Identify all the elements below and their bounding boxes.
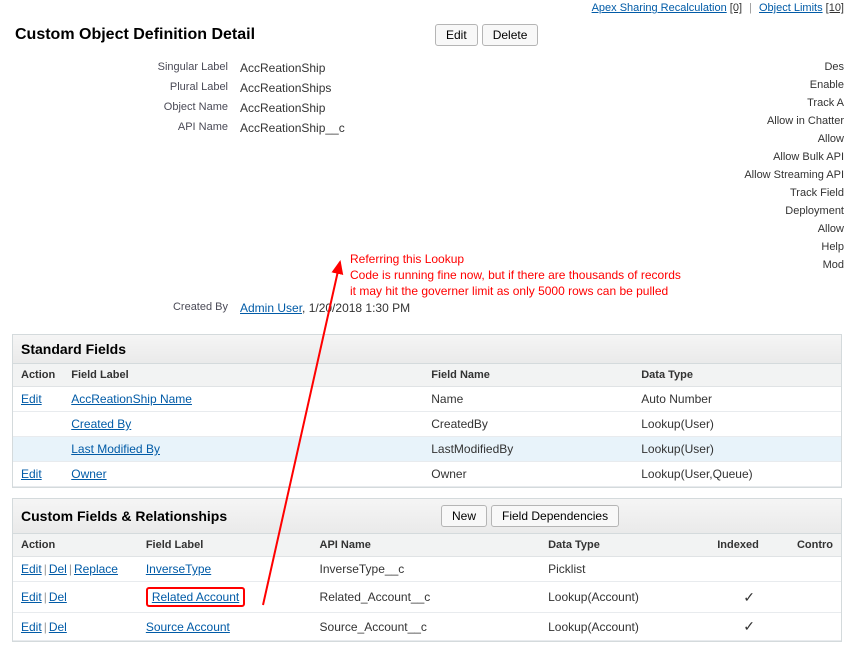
page-title: Custom Object Definition Detail [15, 26, 435, 44]
created-by-date: , 1/20/2018 1:30 PM [302, 301, 410, 315]
col-data-type: Data Type [633, 364, 841, 387]
right-label: Enable [744, 76, 854, 94]
field-name: Owner [423, 462, 633, 487]
right-label: Allow Bulk API [744, 148, 854, 166]
data-type: Lookup(Account) [540, 613, 709, 641]
data-type: Lookup(Account) [540, 582, 709, 613]
replace-link[interactable]: Replace [74, 562, 118, 576]
edit-link[interactable]: Edit [21, 562, 42, 576]
table-row: Edit|DelSource AccountSource_Account__cL… [13, 613, 841, 641]
table-row: Edit AccReationShip Name NameAuto Number [13, 387, 841, 412]
col-controlling: Contro [789, 534, 841, 557]
created-by-lbl: Created By [0, 301, 240, 315]
del-link[interactable]: Del [49, 590, 67, 604]
field-name: Name [423, 387, 633, 412]
page-top-links: Apex Sharing Recalculation [0] | Object … [0, 0, 854, 16]
apex-recalc-count: [0] [730, 2, 742, 14]
field-label-link[interactable]: Owner [71, 467, 106, 481]
edit-link[interactable]: Edit [21, 620, 42, 634]
api-name-lbl: API Name [0, 121, 240, 135]
custom-fields-panel: Custom Fields & Relationships New Field … [12, 498, 842, 642]
col-field-label: Field Label [138, 534, 312, 557]
object-limits-count: [10] [826, 2, 844, 14]
standard-fields-table: Action Field Label Field Name Data Type … [13, 364, 841, 487]
col-data-type: Data Type [540, 534, 709, 557]
field-label-link[interactable]: Related Account [152, 590, 239, 604]
table-row: Last Modified By LastModifiedByLookup(Use… [13, 437, 841, 462]
del-link[interactable]: Del [49, 562, 67, 576]
col-field-name: Field Name [423, 364, 633, 387]
new-field-button[interactable]: New [441, 505, 487, 527]
annotation-text: Referring this Lookup Code is running fi… [350, 251, 830, 300]
table-row: Edit|DelRelated AccountRelated_Account__… [13, 582, 841, 613]
data-type: Lookup(User) [633, 412, 841, 437]
field-label-link[interactable]: InverseType [146, 562, 211, 576]
field-label-link[interactable]: AccReationShip Name [71, 392, 192, 406]
right-label: Des [744, 58, 854, 76]
table-row: Edit|Del|ReplaceInverseTypeInverseType__… [13, 557, 841, 582]
indexed-cell: ✓ [709, 582, 789, 613]
right-label: Allow Streaming API [744, 166, 854, 184]
field-label-link[interactable]: Last Modified By [71, 442, 160, 456]
right-label: Deployment [744, 202, 854, 220]
field-label-link[interactable]: Created By [71, 417, 131, 431]
data-type: Lookup(User,Queue) [633, 462, 841, 487]
separator: | [749, 2, 752, 14]
col-api-name: API Name [312, 534, 541, 557]
object-limits-link[interactable]: Object Limits [759, 2, 823, 14]
table-row: Created By CreatedByLookup(User) [13, 412, 841, 437]
right-label: Track A [744, 94, 854, 112]
col-action: Action [13, 534, 138, 557]
apex-recalc-link[interactable]: Apex Sharing Recalculation [592, 2, 727, 14]
edit-link[interactable]: Edit [21, 590, 42, 604]
del-link[interactable]: Del [49, 620, 67, 634]
custom-fields-title: Custom Fields & Relationships [21, 508, 441, 524]
right-label: Allow [744, 220, 854, 238]
col-action: Action [13, 364, 63, 387]
api-name: Source_Account__c [312, 613, 541, 641]
data-type: Lookup(User) [633, 437, 841, 462]
plural-label-lbl: Plural Label [0, 81, 240, 95]
detail-header: Custom Object Definition Detail Edit Del… [0, 16, 854, 58]
created-by-user-link[interactable]: Admin User [240, 301, 302, 315]
detail-area: Singular Label AccReationShip Plural Lab… [0, 58, 854, 328]
indexed-cell [709, 557, 789, 582]
object-name-lbl: Object Name [0, 101, 240, 115]
api-name: InverseType__c [312, 557, 541, 582]
edit-link[interactable]: Edit [21, 467, 42, 481]
edit-button[interactable]: Edit [435, 24, 478, 46]
right-label: Allow in Chatter [744, 112, 854, 130]
col-field-label: Field Label [63, 364, 423, 387]
edit-link[interactable]: Edit [21, 392, 42, 406]
field-dependencies-button[interactable]: Field Dependencies [491, 505, 619, 527]
right-column: Des Enable Track A Allow in Chatter Allo… [744, 58, 854, 274]
field-label-link[interactable]: Source Account [146, 620, 230, 634]
indexed-cell: ✓ [709, 613, 789, 641]
singular-label-lbl: Singular Label [0, 61, 240, 75]
api-name: Related_Account__c [312, 582, 541, 613]
field-name: CreatedBy [423, 412, 633, 437]
col-indexed: Indexed [709, 534, 789, 557]
standard-fields-title: Standard Fields [21, 341, 441, 357]
custom-fields-table: Action Field Label API Name Data Type In… [13, 534, 841, 641]
right-label: Track Field [744, 184, 854, 202]
table-row: EditOwnerOwnerLookup(User,Queue) [13, 462, 841, 487]
field-name: LastModifiedBy [423, 437, 633, 462]
data-type: Picklist [540, 557, 709, 582]
delete-button[interactable]: Delete [482, 24, 539, 46]
data-type: Auto Number [633, 387, 841, 412]
standard-fields-panel: Standard Fields Action Field Label Field… [12, 334, 842, 488]
right-label: Allow [744, 130, 854, 148]
